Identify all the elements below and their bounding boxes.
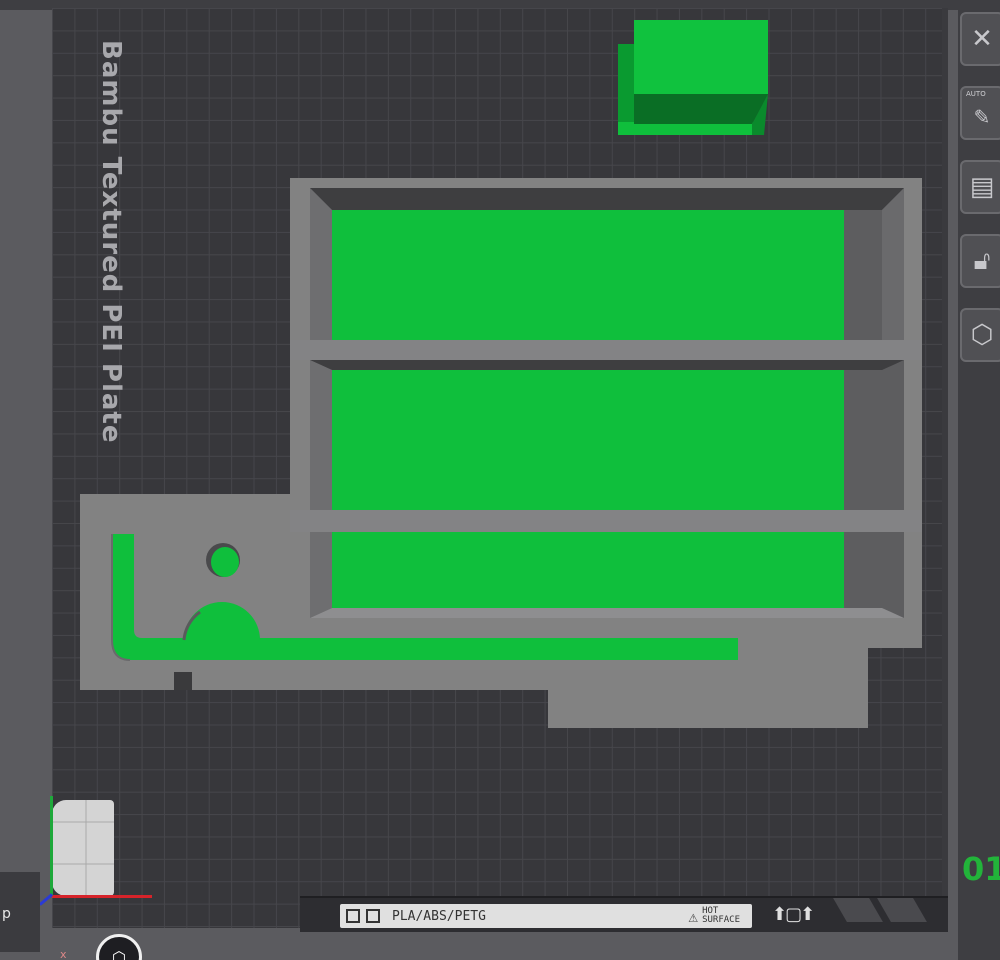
x-axis-label: x	[60, 948, 67, 960]
plate-label: PLA/ABS/PETG ⚠ HOT SURFACE	[340, 904, 752, 928]
arrange-icon: ▤	[969, 172, 995, 202]
arrange-button[interactable]: ▤	[960, 160, 1000, 214]
close-icon: ✕	[971, 24, 993, 54]
hot-surface-warning: ⚠ HOT SURFACE	[688, 906, 740, 926]
lock-icon: 🔓︎	[973, 245, 991, 276]
plate-number: 01	[962, 850, 1000, 888]
qr-icon	[366, 909, 380, 923]
view-cube-grid	[52, 800, 114, 896]
plate-settings-button[interactable]: ⬡	[960, 308, 1000, 362]
warning-icon: ⚠	[688, 906, 699, 926]
cube-view-icon: ⬡	[112, 947, 126, 960]
y-axis	[50, 796, 53, 896]
bambu-logo-icon	[346, 909, 360, 923]
lock-plate-button[interactable]: 🔓︎	[960, 234, 1000, 288]
left-tooltip: p	[0, 872, 40, 952]
small-block-model	[618, 20, 768, 135]
auto-orient-button[interactable]: AUTO ✎	[960, 86, 1000, 140]
hex-nut-icon: ⬡	[970, 320, 994, 350]
auto-orient-icon: ✎	[973, 105, 991, 129]
plate-orientation-icon: ⬆▢⬆	[772, 904, 815, 925]
close-plate-button[interactable]: ✕	[960, 12, 1000, 66]
auto-label: AUTO	[966, 90, 986, 98]
model-view[interactable]	[0, 0, 1000, 960]
x-axis	[52, 895, 152, 898]
material-label: PLA/ABS/PETG	[392, 908, 486, 924]
tray-model	[80, 178, 922, 728]
view-cube[interactable]	[52, 800, 114, 896]
plate-toolbar	[958, 10, 1000, 960]
